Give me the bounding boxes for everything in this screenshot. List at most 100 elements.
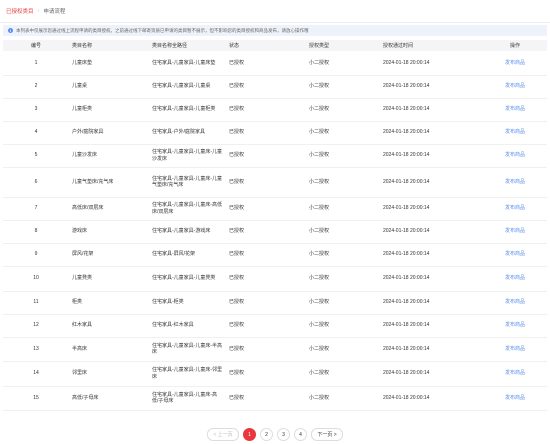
auth-type: 小二授权 bbox=[306, 98, 380, 122]
row-index: 3 bbox=[3, 98, 69, 122]
category-path: 住宅家具-儿童家具-儿童床-半高床 bbox=[149, 337, 226, 362]
header-status: 状态 bbox=[226, 40, 306, 51]
page-3-button[interactable]: 3 bbox=[277, 428, 290, 441]
publish-product-link[interactable]: 发布商品 bbox=[483, 167, 547, 198]
row-index: 9 bbox=[3, 243, 69, 267]
auth-time: 2024-01-18 20:00:14 bbox=[380, 220, 483, 244]
publish-product-link[interactable]: 发布商品 bbox=[483, 291, 547, 315]
publish-product-link[interactable]: 发布商品 bbox=[483, 361, 547, 387]
status-text: 已授权 bbox=[226, 314, 306, 338]
table-row: 13 半高床 住宅家具-儿童家具-儿童床-半高床 已授权 小二授权 2024-01-18 … bbox=[3, 337, 547, 362]
row-index: 14 bbox=[3, 361, 69, 387]
next-page-button[interactable]: 下一页 > bbox=[311, 428, 343, 441]
info-notice: i 本列表中仅展示您通过线上流程申请的类目授权。之前通过线下邮寄资质已申请的类目… bbox=[3, 25, 547, 36]
page-4-button[interactable]: 4 bbox=[294, 428, 307, 441]
pagination: < 上一页 1 2 3 4 下一页 > bbox=[0, 428, 550, 441]
publish-product-link[interactable]: 发布商品 bbox=[483, 51, 547, 76]
table-row: 14 邻里床 住宅家具-儿童家具-儿童床-邻里床 已授权 小二授权 2024-01-18 … bbox=[3, 361, 547, 387]
row-index: 5 bbox=[3, 144, 69, 168]
status-text: 已授权 bbox=[226, 197, 306, 221]
category-name: 儿童凳类 bbox=[69, 266, 149, 292]
auth-time: 2024-01-18 20:00:14 bbox=[380, 361, 483, 387]
category-path: 住宅家具-儿童家具-儿童桌 bbox=[149, 75, 226, 99]
info-icon: i bbox=[8, 28, 13, 33]
status-text: 已授权 bbox=[226, 386, 306, 411]
row-index: 11 bbox=[3, 291, 69, 315]
table-row: 2 儿童桌 住宅家具-儿童家具-儿童桌 已授权 小二授权 2024-01-18 20:00… bbox=[3, 75, 547, 99]
publish-product-link[interactable]: 发布商品 bbox=[483, 314, 547, 338]
publish-product-link[interactable]: 发布商品 bbox=[483, 75, 547, 99]
header-name: 类目名称 bbox=[69, 40, 149, 51]
header-auth-time: 授权通过时间 bbox=[380, 40, 483, 51]
auth-type: 小二授权 bbox=[306, 291, 380, 315]
category-path: 住宅家具-儿童家具-儿童柜类 bbox=[149, 98, 226, 122]
table-row: 4 户外/庭院家具 住宅家具-户外/庭院家具 已授权 小二授权 2024-01-18 20… bbox=[3, 121, 547, 145]
publish-product-link[interactable]: 发布商品 bbox=[483, 144, 547, 168]
tab-authorized-categories[interactable]: 已授权类目 bbox=[6, 7, 34, 15]
row-index: 12 bbox=[3, 314, 69, 338]
tab-application-process[interactable]: 申请流程 bbox=[43, 7, 65, 15]
auth-type: 小二授权 bbox=[306, 75, 380, 99]
auth-type: 小二授权 bbox=[306, 314, 380, 338]
auth-time: 2024-01-18 20:00:14 bbox=[380, 144, 483, 168]
publish-product-link[interactable]: 发布商品 bbox=[483, 386, 547, 411]
auth-type: 小二授权 bbox=[306, 167, 380, 198]
category-path: 住宅家具-儿童家具-儿童床-儿童气垫床/充气床 bbox=[149, 167, 226, 198]
table-row: 9 屏风/花架 住宅家具-屏风/花架 已授权 小二授权 2024-01-18 20:00:… bbox=[3, 243, 547, 267]
category-path: 住宅家具-儿童家具-儿童床-儿童沙发床 bbox=[149, 144, 226, 168]
notice-text: 本列表中仅展示您通过线上流程申请的类目授权。之前通过线下邮寄资质已申请的类目暂不… bbox=[16, 27, 309, 33]
table-row: 11 柜类 住宅家具-柜类 已授权 小二授权 2024-01-18 20:00:14 发布商… bbox=[3, 291, 547, 315]
category-path: 住宅家具-儿童家具-儿童床-高低床/双层床 bbox=[149, 197, 226, 221]
publish-product-link[interactable]: 发布商品 bbox=[483, 266, 547, 292]
chevron-right-icon: › bbox=[37, 8, 40, 14]
table-row: 3 儿童柜类 住宅家具-儿童家具-儿童柜类 已授权 小二授权 2024-01-18 20:… bbox=[3, 98, 547, 122]
publish-product-link[interactable]: 发布商品 bbox=[483, 98, 547, 122]
publish-product-link[interactable]: 发布商品 bbox=[483, 337, 547, 362]
row-index: 10 bbox=[3, 266, 69, 292]
category-path: 住宅家具-儿童家具-儿童床-高低/子母床 bbox=[149, 386, 226, 411]
prev-page-button[interactable]: < 上一页 bbox=[207, 428, 239, 441]
category-name: 游戏床 bbox=[69, 220, 149, 244]
auth-time: 2024-01-18 20:00:14 bbox=[380, 75, 483, 99]
tab-bar: 已授权类目 › 申请流程 bbox=[0, 0, 550, 23]
publish-product-link[interactable]: 发布商品 bbox=[483, 197, 547, 221]
table-header-row: 编号 类目名称 类目名称全路径 状态 授权类型 授权通过时间 操作 bbox=[3, 40, 547, 51]
page-2-button[interactable]: 2 bbox=[260, 428, 273, 441]
category-name: 高低床/双层床 bbox=[69, 197, 149, 221]
category-path: 住宅家具-户外/庭院家具 bbox=[149, 121, 226, 145]
header-auth-type: 授权类型 bbox=[306, 40, 380, 51]
status-text: 已授权 bbox=[226, 144, 306, 168]
row-index: 4 bbox=[3, 121, 69, 145]
header-path: 类目名称全路径 bbox=[149, 40, 226, 51]
status-text: 已授权 bbox=[226, 220, 306, 244]
auth-time: 2024-01-18 20:00:14 bbox=[380, 243, 483, 267]
row-index: 13 bbox=[3, 337, 69, 362]
category-table: 编号 类目名称 类目名称全路径 状态 授权类型 授权通过时间 操作 1 儿童床垫住… bbox=[3, 40, 547, 411]
category-name: 红木家具 bbox=[69, 314, 149, 338]
category-name: 儿童气垫床/充气床 bbox=[69, 167, 149, 198]
status-text: 已授权 bbox=[226, 243, 306, 267]
header-action: 操作 bbox=[483, 40, 547, 51]
status-text: 已授权 bbox=[226, 361, 306, 387]
category-path: 住宅家具-儿童家具-儿童床-邻里床 bbox=[149, 361, 226, 387]
auth-time: 2024-01-18 20:00:14 bbox=[380, 291, 483, 315]
status-text: 已授权 bbox=[226, 121, 306, 145]
auth-time: 2024-01-18 20:00:14 bbox=[380, 121, 483, 145]
publish-product-link[interactable]: 发布商品 bbox=[483, 243, 547, 267]
status-text: 已授权 bbox=[226, 291, 306, 315]
category-path: 住宅家具-红木家具 bbox=[149, 314, 226, 338]
auth-time: 2024-01-18 20:00:14 bbox=[380, 51, 483, 76]
publish-product-link[interactable]: 发布商品 bbox=[483, 121, 547, 145]
category-name: 户外/庭院家具 bbox=[69, 121, 149, 145]
auth-time: 2024-01-18 20:00:14 bbox=[380, 314, 483, 338]
row-index: 8 bbox=[3, 220, 69, 244]
category-path: 住宅家具-儿童家具-游戏床 bbox=[149, 220, 226, 244]
category-path: 住宅家具-柜类 bbox=[149, 291, 226, 315]
auth-time: 2024-01-18 20:00:14 bbox=[380, 197, 483, 221]
auth-time: 2024-01-18 20:00:14 bbox=[380, 386, 483, 411]
auth-type: 小二授权 bbox=[306, 386, 380, 411]
row-index: 1 bbox=[3, 51, 69, 76]
category-path: 住宅家具-儿童家具-儿童床垫 bbox=[149, 51, 226, 76]
publish-product-link[interactable]: 发布商品 bbox=[483, 220, 547, 244]
page-1-button[interactable]: 1 bbox=[243, 428, 256, 441]
